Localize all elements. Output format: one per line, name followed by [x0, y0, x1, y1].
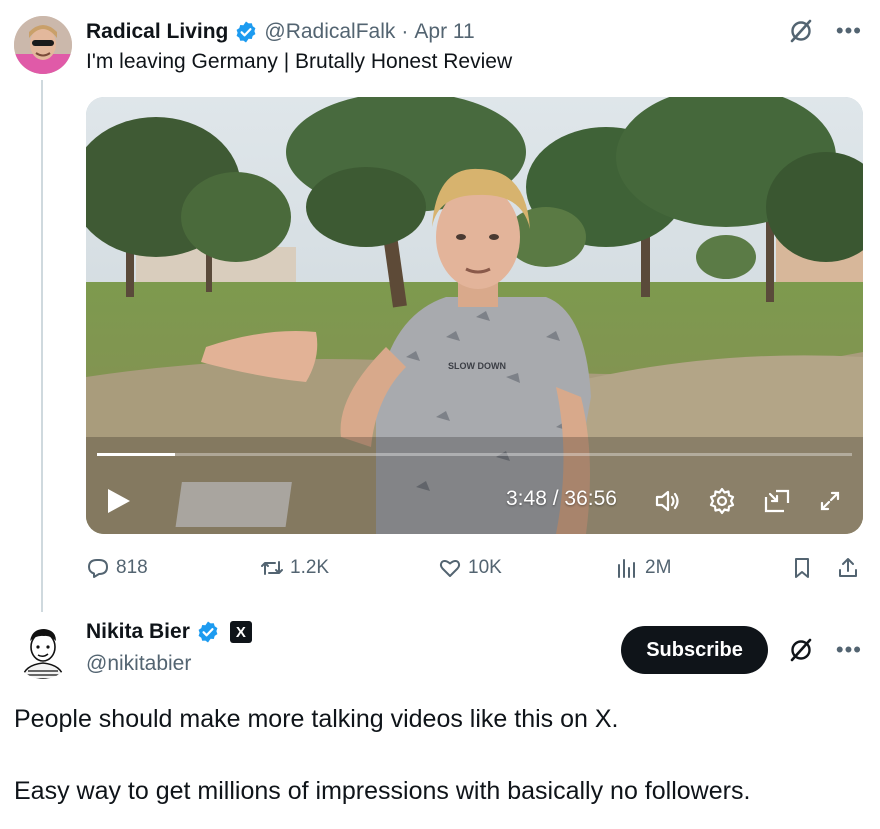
quoted-tweet-text: I'm leaving Germany | Brutally Honest Re…	[86, 50, 513, 73]
quoted-tweet-header: Radical Living @RadicalFalk · Apr 11	[86, 16, 475, 48]
repost-count: 1.2K	[290, 557, 330, 578]
reply-author-handle[interactable]: @nikitabier	[86, 652, 191, 676]
reply-tweet-text-line-2: Easy way to get millions of impressions …	[14, 777, 751, 805]
share-icon	[839, 558, 857, 577]
verified-icon	[236, 21, 256, 43]
tweet-date[interactable]: Apr 11	[414, 20, 474, 44]
x-affiliate-badge[interactable]: X	[229, 621, 252, 643]
reply-author-name[interactable]: Nikita Bier	[86, 620, 190, 644]
shirt-print-text: SLOW DOWN	[448, 361, 506, 371]
pip-icon[interactable]	[762, 486, 792, 516]
bookmark-button[interactable]	[790, 556, 814, 580]
fullscreen-icon[interactable]	[815, 486, 845, 516]
video-current-time: 3:48	[506, 487, 547, 510]
reply-button[interactable]: 818	[86, 556, 148, 580]
repost-button[interactable]: 1.2K	[260, 556, 329, 580]
quoted-tweet-top-icons: •••	[788, 18, 862, 44]
bookmark-icon	[795, 558, 809, 578]
dot-separator: ·	[401, 20, 409, 43]
views-icon	[618, 559, 635, 578]
author-name[interactable]: Radical Living	[86, 20, 228, 44]
video-time: 3:48 / 36:56	[506, 487, 617, 511]
views-button[interactable]: 2M	[615, 556, 671, 580]
reply-tweet-top-icons: Subscribe •••	[621, 626, 862, 674]
author-handle[interactable]: @RadicalFalk	[264, 20, 395, 44]
more-icon[interactable]: •••	[836, 20, 862, 42]
reply-count: 818	[116, 557, 148, 578]
grok-icon[interactable]	[788, 637, 814, 663]
volume-icon[interactable]	[652, 486, 682, 516]
view-count: 2M	[645, 557, 672, 578]
share-button[interactable]	[836, 556, 860, 580]
thread-connector-line	[41, 80, 43, 612]
video-duration: 36:56	[564, 487, 617, 510]
repost-icon	[261, 561, 283, 575]
like-count: 10K	[468, 557, 502, 578]
play-icon[interactable]	[106, 487, 132, 515]
subscribe-button[interactable]: Subscribe	[621, 626, 768, 674]
reply-icon	[88, 559, 108, 578]
settings-icon[interactable]	[707, 486, 737, 516]
video-player[interactable]: SLOW DOWN 3:48 / 36:56	[86, 97, 863, 534]
video-progress-bar[interactable]	[97, 453, 852, 456]
more-icon[interactable]: •••	[836, 639, 862, 661]
radical-living-avatar[interactable]	[14, 16, 72, 74]
tweet-action-bar: 818 1.2K 10K 2M	[86, 556, 863, 582]
reply-tweet-text-line-1: People should make more talking videos l…	[14, 705, 619, 733]
like-button[interactable]: 10K	[438, 556, 502, 580]
like-icon	[439, 560, 461, 577]
video-frame: SLOW DOWN	[86, 97, 863, 534]
grok-icon[interactable]	[788, 18, 814, 44]
nikita-bier-avatar[interactable]	[14, 621, 72, 679]
video-time-separator: /	[552, 487, 559, 510]
video-progress-fill	[97, 453, 175, 456]
verified-icon	[198, 621, 218, 643]
reply-tweet-header: Nikita Bier X	[86, 620, 252, 644]
